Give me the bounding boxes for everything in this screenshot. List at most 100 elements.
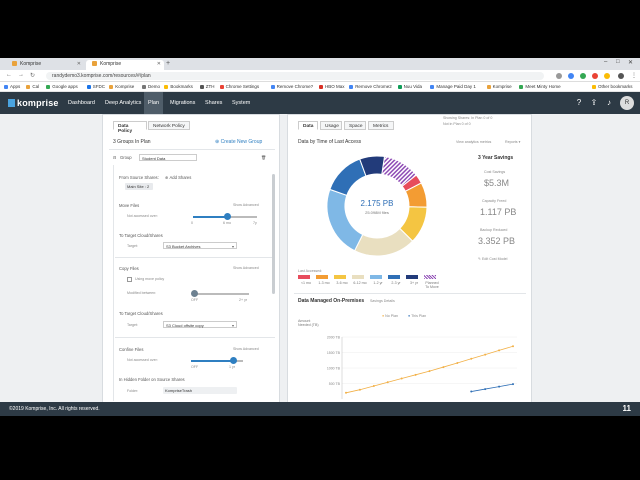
- nav-dashboard[interactable]: Dashboard: [64, 92, 99, 114]
- menu-kebab-icon[interactable]: ⋮: [631, 72, 637, 79]
- extension-icon[interactable]: [592, 73, 598, 79]
- series-point[interactable]: [428, 370, 431, 373]
- komprise-logo[interactable]: komprise: [8, 98, 59, 108]
- tab-usage[interactable]: Usage: [320, 121, 342, 130]
- maximize-icon[interactable]: □: [616, 59, 620, 65]
- bookmark-item[interactable]: ZTH: [199, 84, 215, 89]
- browser-tab-1[interactable]: Komprise ✕: [6, 60, 84, 70]
- nav-migrations[interactable]: Migrations: [166, 92, 199, 114]
- back-icon[interactable]: ←: [6, 72, 12, 78]
- bookmark-item[interactable]: SFDC: [86, 84, 105, 89]
- share-chip[interactable]: Main Site : 2: [125, 183, 153, 190]
- last-accessed-label: Last Accessed:: [298, 269, 323, 273]
- series-point[interactable]: [414, 373, 417, 376]
- series-point[interactable]: [358, 388, 361, 391]
- bookmark-item[interactable]: Chrome Settings: [219, 84, 259, 89]
- nav-system[interactable]: System: [228, 92, 254, 114]
- extension-icon[interactable]: [568, 73, 574, 79]
- trash-icon[interactable]: 🗑: [261, 155, 266, 161]
- series-point[interactable]: [512, 345, 514, 348]
- show-advanced-link[interactable]: Show Advanced: [233, 266, 259, 270]
- close-tab-icon[interactable]: ✕: [157, 61, 161, 67]
- move-slider-handle[interactable]: [224, 213, 231, 220]
- show-advanced-link[interactable]: Show Advanced: [233, 347, 259, 351]
- donut-center-files: 25.098M files: [365, 210, 389, 215]
- bookmark-item[interactable]: Komprise: [109, 84, 134, 89]
- add-shares-label: Add Shares: [169, 175, 192, 180]
- series-point[interactable]: [386, 381, 389, 384]
- savings-details-tab[interactable]: Savings Details: [370, 299, 395, 303]
- series-point[interactable]: [456, 362, 459, 365]
- series-point[interactable]: [372, 384, 375, 387]
- bookmark-item[interactable]: Meet Minty Home: [519, 84, 561, 89]
- extension-icon[interactable]: [604, 73, 610, 79]
- series-point[interactable]: [498, 349, 501, 352]
- bell-icon[interactable]: ♪: [604, 98, 614, 108]
- tab-data-policy[interactable]: Data Policy: [113, 121, 147, 134]
- minimize-icon[interactable]: –: [604, 59, 607, 65]
- nav-plan[interactable]: Plan: [144, 92, 164, 114]
- series-point[interactable]: [470, 357, 473, 360]
- view-analytics-link[interactable]: View analytics metrics: [456, 140, 491, 144]
- nav-deep-analytics[interactable]: Deep Analytics: [101, 92, 145, 114]
- left-panel-scrollbar[interactable]: [272, 174, 275, 294]
- nav-shares[interactable]: Shares: [201, 92, 226, 114]
- reload-icon[interactable]: ↻: [30, 72, 35, 79]
- copy-slider-track[interactable]: [193, 293, 249, 295]
- bookmark-item[interactable]: Demo: [142, 84, 160, 89]
- collapse-icon[interactable]: ⊟: [113, 155, 117, 160]
- create-new-group-button[interactable]: ⊕ Create New Group: [215, 139, 262, 145]
- series-point[interactable]: [470, 390, 473, 393]
- browser-tab-2[interactable]: Komprise ✕: [86, 60, 164, 70]
- confine-slider-handle[interactable]: [230, 357, 237, 364]
- series-point[interactable]: [345, 391, 347, 394]
- using-move-policy-checkbox[interactable]: [127, 277, 132, 282]
- folder-input[interactable]: KompriseTrash: [163, 387, 237, 394]
- bookmark-item[interactable]: Remove Chrome?: [270, 84, 313, 89]
- add-shares-button[interactable]: ⊕ Add Shares: [165, 175, 191, 180]
- star-icon[interactable]: [556, 73, 562, 79]
- bookmark-item[interactable]: Bookmarks: [164, 84, 193, 89]
- url-input[interactable]: randydemo3.komprise.com/resources/#/plan: [46, 72, 544, 80]
- bookmark-item[interactable]: Manage Paid Day 1: [430, 84, 476, 89]
- bookmark-item[interactable]: Google apps: [46, 84, 78, 89]
- group-name-input[interactable]: Student Data: [139, 154, 197, 161]
- upload-icon[interactable]: ⇪: [589, 98, 599, 108]
- bookmark-item[interactable]: Komprise: [486, 84, 512, 89]
- bookmark-item[interactable]: Other bookmarks: [592, 84, 633, 89]
- donut-slice[interactable]: [353, 227, 414, 257]
- series-point[interactable]: [484, 388, 487, 391]
- series-point[interactable]: [498, 385, 501, 388]
- tab-network-policy[interactable]: Network Policy: [148, 121, 190, 130]
- series-point[interactable]: [484, 353, 487, 356]
- show-advanced-link[interactable]: Show Advanced: [233, 203, 259, 207]
- series-point[interactable]: [400, 377, 403, 380]
- profile-icon[interactable]: [618, 73, 624, 79]
- tab-metrics[interactable]: Metrics: [368, 121, 394, 130]
- reports-dropdown[interactable]: Reports ▾: [505, 140, 520, 144]
- extension-icon[interactable]: [580, 73, 586, 79]
- bookmark-item[interactable]: Nuu Vida: [397, 84, 422, 89]
- tab-space[interactable]: Space: [344, 121, 366, 130]
- copy-target-select[interactable]: S3 Cloud offsite copy ▾: [163, 321, 237, 328]
- bookmark-item[interactable]: HBO Max: [319, 84, 345, 89]
- legend-label: 6-12 mo: [353, 281, 367, 285]
- bookmark-item[interactable]: Remove Chrome2: [349, 84, 392, 89]
- group-name-label: Group: [120, 155, 132, 160]
- bookmark-item[interactable]: Cal: [26, 84, 39, 89]
- close-tab-icon[interactable]: ✕: [77, 61, 81, 67]
- donut-slice[interactable]: [329, 158, 367, 197]
- legend-no-plan-label: No Plan: [385, 314, 398, 318]
- help-icon[interactable]: ?: [574, 98, 584, 108]
- forward-icon[interactable]: →: [18, 72, 24, 78]
- tab-data[interactable]: Data: [298, 121, 318, 130]
- move-target-select[interactable]: S3 Bucket Archives ▾: [163, 242, 237, 249]
- series-point[interactable]: [442, 366, 445, 369]
- new-tab-icon[interactable]: +: [166, 60, 170, 67]
- close-window-icon[interactable]: ✕: [628, 59, 633, 66]
- avatar[interactable]: R: [620, 96, 634, 110]
- copy-slider-handle[interactable]: [191, 290, 198, 297]
- edit-cost-model-link[interactable]: ✎ Edit Cost Model: [478, 257, 507, 261]
- series-point[interactable]: [512, 383, 514, 386]
- bookmark-item[interactable]: Apps: [4, 84, 20, 89]
